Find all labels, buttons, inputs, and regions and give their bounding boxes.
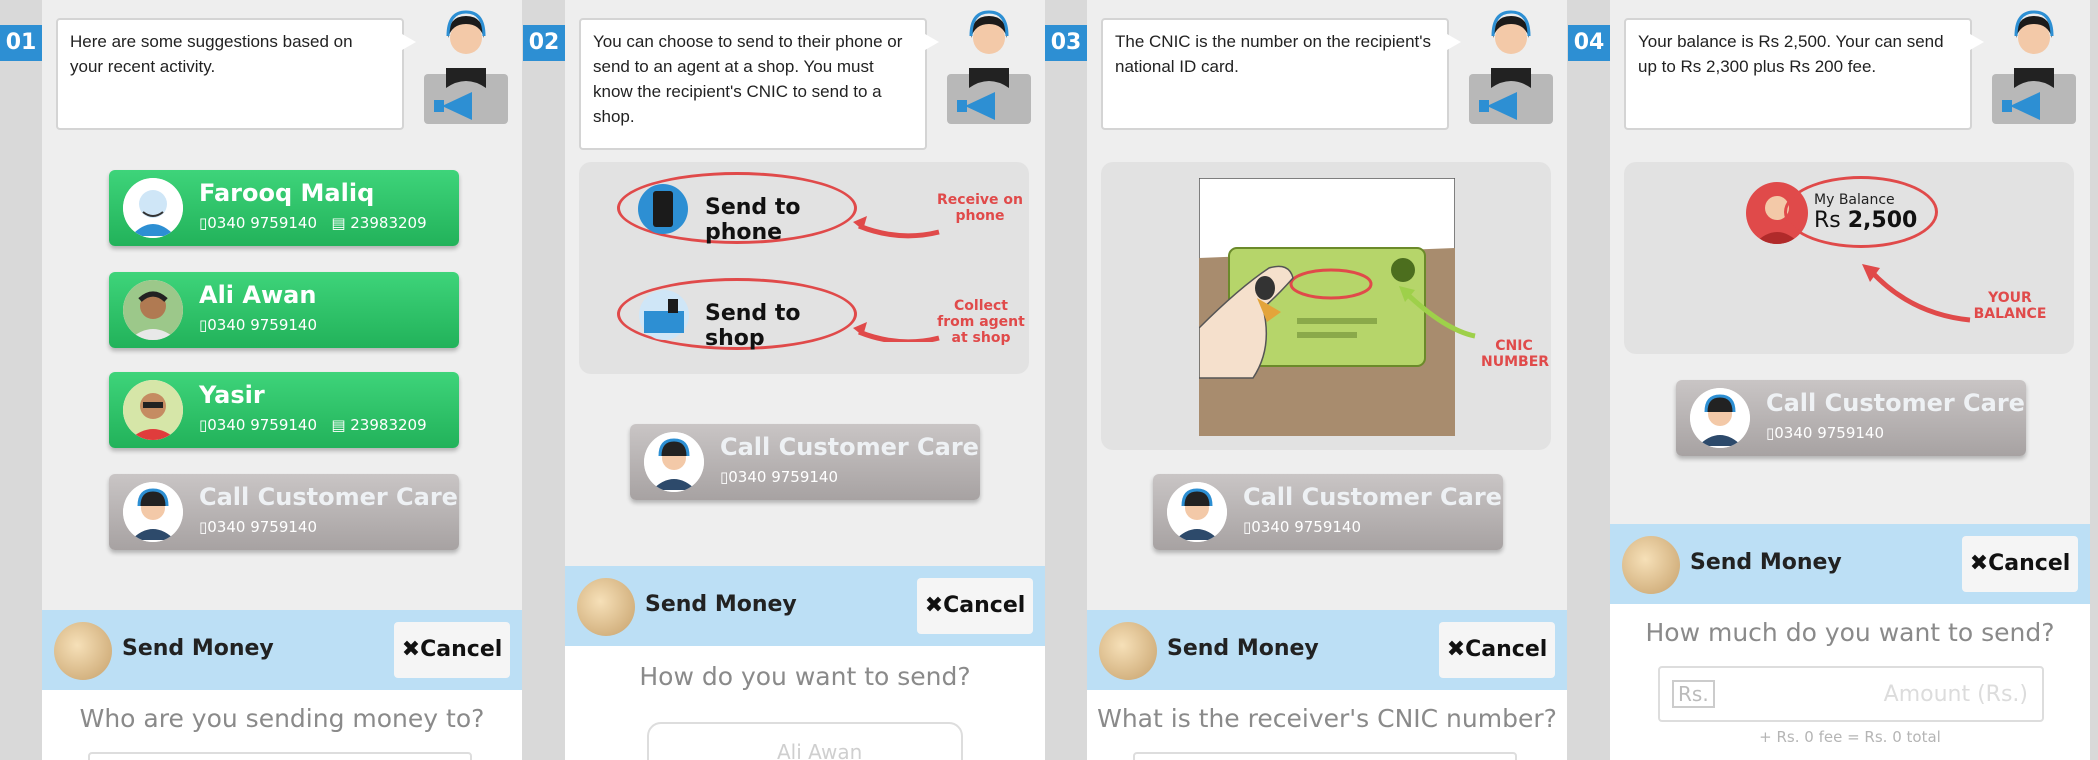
contact-card-yasir[interactable]: Yasir ▯0340 9759140 ▤ 23983209 bbox=[109, 372, 459, 448]
cancel-button[interactable]: ✖Cancel bbox=[917, 578, 1033, 634]
step-number-2: 02 bbox=[523, 25, 565, 61]
question-text: How much do you want to send? bbox=[1645, 618, 2055, 647]
agent-megaphone-icon bbox=[947, 10, 1031, 124]
balance-amount: Rs 2,500 bbox=[1814, 208, 1918, 233]
send-money-title: Send Money bbox=[645, 592, 797, 617]
customer-care-avatar bbox=[123, 482, 183, 542]
send-money-body: Who are you sending money to? bbox=[42, 690, 522, 760]
step-number-1: 01 bbox=[0, 25, 42, 61]
tip-bubble: You can choose to send to their phone or… bbox=[579, 18, 939, 150]
call-customer-care-button[interactable]: Call Customer Care ▯0340 9759140 bbox=[630, 424, 980, 500]
customer-care-avatar bbox=[1690, 388, 1750, 448]
avatar bbox=[123, 178, 183, 238]
contact-details: ▯0340 9759140 ▤ 23983209 bbox=[199, 416, 427, 434]
question-text: Who are you sending money to? bbox=[79, 704, 485, 733]
contact-details: ▯0340 9759140 ▤ 23983209 bbox=[199, 214, 427, 232]
question-text: How do you want to send? bbox=[639, 662, 971, 691]
cancel-button[interactable]: ✖Cancel bbox=[394, 622, 510, 678]
send-money-icon bbox=[577, 578, 635, 636]
customer-care-label: Call Customer Care bbox=[199, 483, 458, 511]
panel-1: Here are some suggestions based on your … bbox=[42, 0, 522, 760]
send-money-body: How much do you want to send? Rs. Amount… bbox=[1610, 604, 2090, 760]
customer-care-avatar bbox=[644, 432, 704, 492]
send-to-shop-option[interactable]: Send to shop bbox=[617, 278, 857, 351]
send-money-icon bbox=[1099, 622, 1157, 680]
contact-name: Ali Awan bbox=[199, 281, 317, 309]
send-money-title: Send Money bbox=[1167, 636, 1319, 661]
send-money-body: How do you want to send? Ali Awan bbox=[565, 646, 1045, 760]
fee-summary: + Rs. 0 fee = Rs. 0 total bbox=[1759, 728, 1941, 746]
cnic-annotation: CNIC NUMBER bbox=[1481, 338, 1550, 370]
send-money-header: Send Money ✖Cancel bbox=[1087, 610, 1567, 690]
cnic-arrow bbox=[1399, 286, 1476, 339]
call-customer-care-button[interactable]: Call Customer Care ▯0340 9759140 bbox=[1676, 380, 2026, 456]
send-money-body: What is the receiver's CNIC number? bbox=[1087, 690, 1567, 760]
send-money-header: Send Money ✖Cancel bbox=[42, 610, 522, 690]
send-options-box: Send to phone Send to shop Receive on ph… bbox=[579, 162, 1029, 374]
customer-care-phone: ▯0340 9759140 bbox=[199, 518, 318, 536]
avatar bbox=[123, 380, 183, 440]
tip-bubble: The CNIC is the number on the recipient'… bbox=[1101, 18, 1461, 130]
panel-4: Your balance is Rs 2,500. Your can send … bbox=[1610, 0, 2090, 760]
send-money-icon bbox=[54, 622, 112, 680]
customer-care-label: Call Customer Care bbox=[1243, 483, 1502, 511]
contact-card-ali[interactable]: Ali Awan ▯0340 9759140 bbox=[109, 272, 459, 348]
send-to-phone-option[interactable]: Send to phone bbox=[617, 172, 857, 245]
send-money-header: Send Money ✖Cancel bbox=[1610, 524, 2090, 604]
agent-megaphone-icon bbox=[424, 10, 508, 124]
call-customer-care-button[interactable]: Call Customer Care ▯0340 9759140 bbox=[1153, 474, 1503, 550]
send-money-header: Send Money ✖Cancel bbox=[565, 566, 1045, 646]
amount-placeholder: Amount (Rs.) bbox=[1883, 682, 2028, 707]
panel-3: The CNIC is the number on the recipient'… bbox=[1087, 0, 1567, 760]
panel-2: You can choose to send to their phone or… bbox=[565, 0, 1045, 760]
contact-name: Farooq Maliq bbox=[199, 179, 375, 207]
send-money-icon bbox=[1622, 536, 1680, 594]
agent-megaphone-icon bbox=[1469, 10, 1553, 124]
step-number-3: 03 bbox=[1045, 25, 1087, 61]
tip-bubble: Your balance is Rs 2,500. Your can send … bbox=[1624, 18, 1984, 130]
cnic-illustration-box: CNIC NUMBER bbox=[1101, 162, 1551, 450]
balance-arrow bbox=[1862, 264, 1971, 323]
agent-megaphone-icon bbox=[1992, 10, 2076, 124]
send-to-phone-label: Send to phone bbox=[705, 195, 801, 245]
customer-care-avatar bbox=[1167, 482, 1227, 542]
amount-input[interactable]: Rs. Amount (Rs.) bbox=[1658, 666, 2044, 722]
partial-contact-name: Ali Awan bbox=[777, 740, 863, 760]
customer-care-phone: ▯0340 9759140 bbox=[720, 468, 839, 486]
cnic-input[interactable] bbox=[1133, 752, 1517, 760]
partial-contact-card[interactable]: Ali Awan bbox=[647, 722, 963, 760]
recipient-input[interactable] bbox=[88, 752, 472, 760]
balance-annotation: YOUR BALANCE bbox=[1973, 290, 2047, 322]
send-to-shop-label: Send to shop bbox=[705, 301, 801, 351]
annotation-arrows bbox=[853, 216, 940, 342]
balance-box: My Balance Rs 2,500 YOUR BALANCE bbox=[1624, 162, 2074, 354]
currency-prefix: Rs. bbox=[1672, 680, 1715, 708]
avatar bbox=[123, 280, 183, 340]
cancel-button[interactable]: ✖Cancel bbox=[1962, 536, 2078, 592]
send-money-title: Send Money bbox=[1690, 550, 1842, 575]
contact-details: ▯0340 9759140 bbox=[199, 316, 318, 334]
customer-care-label: Call Customer Care bbox=[720, 433, 979, 461]
customer-care-label: Call Customer Care bbox=[1766, 389, 2025, 417]
contact-name: Yasir bbox=[199, 381, 265, 409]
send-money-title: Send Money bbox=[122, 636, 274, 661]
customer-care-phone: ▯0340 9759140 bbox=[1766, 424, 1885, 442]
tip-bubble: Here are some suggestions based on your … bbox=[56, 18, 416, 130]
step-number-4: 04 bbox=[1568, 25, 1610, 61]
call-customer-care-button[interactable]: Call Customer Care ▯0340 9759140 bbox=[109, 474, 459, 550]
question-text: What is the receiver's CNIC number? bbox=[1097, 704, 1557, 733]
phone-icon bbox=[638, 184, 688, 234]
balance-label: My Balance bbox=[1814, 192, 1895, 208]
contact-card-farooq[interactable]: Farooq Maliq ▯0340 9759140 ▤ 23983209 bbox=[109, 170, 459, 246]
cancel-button[interactable]: ✖Cancel bbox=[1439, 622, 1555, 678]
shop-icon bbox=[639, 290, 689, 340]
customer-care-phone: ▯0340 9759140 bbox=[1243, 518, 1362, 536]
